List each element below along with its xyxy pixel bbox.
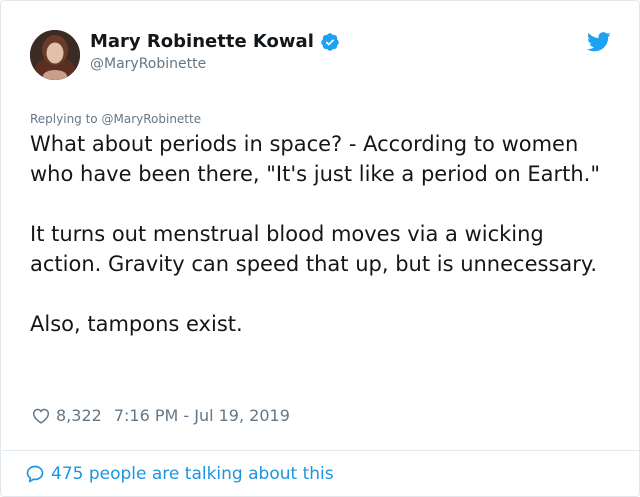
tweet-timestamp[interactable]: 7:16 PM - Jul 19, 2019 <box>114 405 290 427</box>
like-count[interactable]: 8,322 <box>56 405 102 427</box>
conversation-text[interactable]: 475 people are talking about this <box>51 463 334 485</box>
replying-to-line: Replying to @MaryRobinette <box>30 111 201 127</box>
tweet-text: What about periods in space? - According… <box>30 129 620 339</box>
tweet-card: Mary Robinette Kowal @MaryRobinette Repl… <box>0 0 640 497</box>
avatar[interactable] <box>30 30 80 80</box>
speech-bubble-icon <box>26 465 44 483</box>
tweet-meta: 8,322 7:16 PM - Jul 19, 2019 <box>32 405 290 427</box>
twitter-bird-icon[interactable] <box>587 32 611 52</box>
author-name[interactable]: Mary Robinette Kowal <box>90 31 314 53</box>
tweet-paragraph-3: Also, tampons exist. <box>30 312 243 336</box>
footer-divider <box>2 450 640 451</box>
author-name-row[interactable]: Mary Robinette Kowal <box>90 31 340 53</box>
tweet-paragraph-2: It turns out menstrual blood moves via a… <box>30 222 597 276</box>
replying-to-mention[interactable]: @MaryRobinette <box>101 112 201 126</box>
avatar-portrait-icon <box>30 30 80 80</box>
heart-icon[interactable] <box>32 407 50 425</box>
replying-prefix: Replying to <box>30 112 98 126</box>
author-handle[interactable]: @MaryRobinette <box>90 55 206 73</box>
tweet-paragraph-1: What about periods in space? - According… <box>30 132 601 186</box>
conversation-link[interactable]: 475 people are talking about this <box>25 463 334 485</box>
verified-badge-icon <box>321 33 339 51</box>
